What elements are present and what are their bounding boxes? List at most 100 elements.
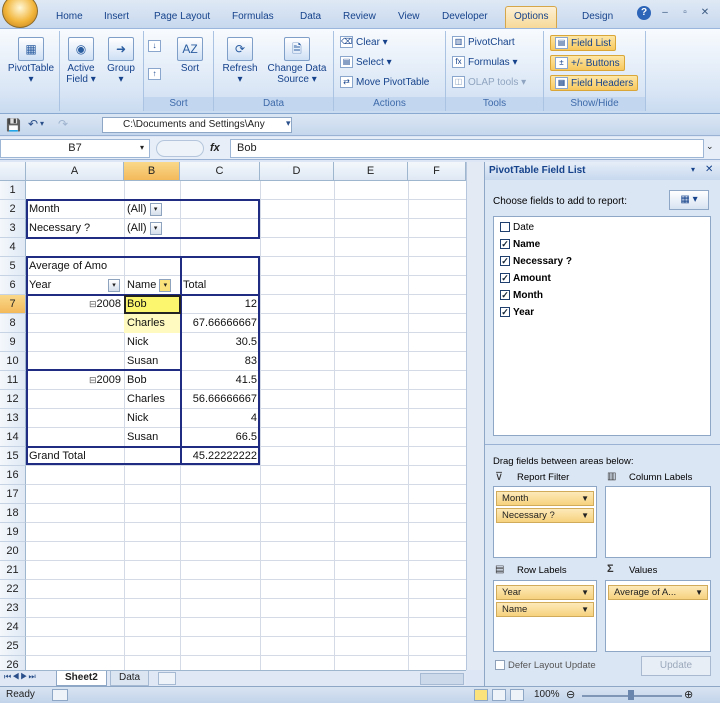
row-header-23[interactable]: 23 <box>0 599 26 618</box>
help-icon[interactable]: ? <box>637 6 651 20</box>
row-header-1[interactable]: 1 <box>0 181 26 200</box>
insert-function-icon[interactable]: fx <box>210 142 220 154</box>
row-header-7[interactable]: 7 <box>0 295 26 314</box>
tab-view[interactable]: View <box>396 8 422 28</box>
column-header-e[interactable]: E <box>334 162 408 181</box>
row-item-year[interactable]: Year ▼ <box>496 585 594 600</box>
report-filter-area[interactable]: Month ▼ Necessary ? ▼ <box>493 486 597 558</box>
values-area[interactable]: Average of A... ▼ <box>605 580 711 652</box>
group-button[interactable]: ➜ Group ▾ <box>102 35 140 85</box>
cell-c14[interactable]: 66.5 <box>180 428 260 447</box>
row-header-17[interactable]: 17 <box>0 485 26 504</box>
row-header-25[interactable]: 25 <box>0 637 26 656</box>
cell-c13[interactable]: 4 <box>180 409 260 428</box>
page-break-view-icon[interactable] <box>510 689 524 701</box>
row-labels-area[interactable]: Year ▼ Name ▼ <box>493 580 597 652</box>
filter-item-necessary-dropdown-icon[interactable]: ▼ <box>581 509 589 522</box>
sheet-tab-sheet2[interactable]: Sheet2 <box>56 671 107 686</box>
panel-splitter[interactable] <box>485 444 720 450</box>
cell-b14[interactable]: Susan <box>124 428 180 447</box>
filter-item-month[interactable]: Month ▼ <box>496 491 594 506</box>
macro-record-icon[interactable] <box>52 689 68 701</box>
close-icon[interactable]: ✕ <box>698 6 712 20</box>
name-filter-dropdown-icon[interactable]: ▾ <box>159 278 172 292</box>
field-year[interactable]: ✓ Year <box>500 304 534 321</box>
cell-b9[interactable]: Nick <box>124 333 180 352</box>
cell-c6[interactable]: Total <box>180 276 260 295</box>
row-header-16[interactable]: 16 <box>0 466 26 485</box>
cell-b11[interactable]: Bob <box>124 371 180 390</box>
field-date[interactable]: Date <box>500 219 534 236</box>
value-item-average[interactable]: Average of A... ▼ <box>608 585 708 600</box>
undo-dropdown-icon[interactable]: ▾ <box>40 119 44 128</box>
restore-icon[interactable]: ▫ <box>678 6 692 20</box>
tab-design[interactable]: Design <box>580 8 615 28</box>
zoom-in-icon[interactable]: ⊕ <box>684 687 693 703</box>
field-headers-toggle[interactable]: ▦ Field Headers <box>550 75 639 91</box>
row-header-14[interactable]: 14 <box>0 428 26 447</box>
cell-a7[interactable]: ⊟2008 <box>26 295 124 314</box>
formulas-button[interactable]: fx Formulas ▾ <box>452 55 518 71</box>
select-button[interactable]: ▤ Select ▾ <box>340 55 392 71</box>
field-month-checkbox[interactable]: ✓ <box>500 290 510 301</box>
row-header-9[interactable]: 9 <box>0 333 26 352</box>
filter-necessary-dropdown-icon[interactable]: ▾ <box>149 221 162 235</box>
layout-options-button[interactable]: ▦ ▾ <box>669 190 709 210</box>
plus-minus-buttons-toggle[interactable]: ± +/- Buttons <box>550 55 625 71</box>
cell-b13[interactable]: Nick <box>124 409 180 428</box>
move-pivottable-button[interactable]: ⇄ Move PivotTable <box>340 75 429 91</box>
row-header-21[interactable]: 21 <box>0 561 26 580</box>
update-button[interactable]: Update <box>641 656 711 676</box>
cell-a15[interactable]: Grand Total <box>26 447 124 466</box>
formula-input[interactable]: Bob <box>230 139 704 158</box>
row-header-26[interactable]: 26 <box>0 656 26 670</box>
column-header-b[interactable]: B <box>124 162 180 181</box>
cell-c11[interactable]: 41.5 <box>180 371 260 390</box>
row-header-6[interactable]: 6 <box>0 276 26 295</box>
cell-b2[interactable]: (All) ▾ <box>124 200 180 219</box>
column-header-f[interactable]: F <box>408 162 466 181</box>
field-month[interactable]: ✓ Month <box>500 287 543 304</box>
name-box[interactable]: B7 <box>0 139 150 158</box>
refresh-button[interactable]: ⟳ Refresh ▾ <box>218 35 262 85</box>
tab-review[interactable]: Review <box>341 8 378 28</box>
cell-b3[interactable]: (All) ▾ <box>124 219 180 238</box>
column-header-a[interactable]: A <box>26 162 124 181</box>
cell-a2[interactable]: Month <box>26 200 124 219</box>
row-header-22[interactable]: 22 <box>0 580 26 599</box>
collapse-2009-icon[interactable]: ⊟ <box>89 375 97 385</box>
year-filter-dropdown-icon[interactable]: ▾ <box>108 279 120 292</box>
olap-tools-button[interactable]: ◫ OLAP tools ▾ <box>452 75 526 91</box>
save-icon[interactable]: 💾 <box>6 118 21 132</box>
row-header-8[interactable]: 8 <box>0 314 26 333</box>
collapse-2008-icon[interactable]: ⊟ <box>89 299 97 309</box>
cell-c7[interactable]: 12 <box>180 295 260 314</box>
sheet-tab-data[interactable]: Data <box>110 671 150 686</box>
defer-layout-checkbox[interactable] <box>495 660 505 671</box>
tab-page-layout[interactable]: Page Layout <box>152 8 212 28</box>
field-amount[interactable]: ✓ Amount <box>500 270 551 287</box>
field-name[interactable]: ✓ Name <box>500 236 540 253</box>
row-header-13[interactable]: 13 <box>0 409 26 428</box>
cell-a11[interactable]: ⊟2009 <box>26 371 124 390</box>
active-field-button[interactable]: ◉ Active Field ▾ <box>62 35 100 85</box>
row-header-4[interactable]: 4 <box>0 238 26 257</box>
vertical-scrollbar[interactable] <box>466 162 484 670</box>
value-item-average-dropdown-icon[interactable]: ▼ <box>695 586 703 599</box>
column-header-c[interactable]: C <box>180 162 260 181</box>
filter-item-month-dropdown-icon[interactable]: ▼ <box>581 492 589 505</box>
row-header-15[interactable]: 15 <box>0 447 26 466</box>
column-labels-area[interactable] <box>605 486 711 558</box>
cell-b8[interactable]: Charles <box>124 314 180 333</box>
tab-insert[interactable]: Insert <box>102 8 131 28</box>
panel-close-icon[interactable]: ✕ <box>705 164 713 175</box>
cell-c15[interactable]: 45.22222222 <box>180 447 260 466</box>
zoom-slider-thumb[interactable] <box>628 690 634 700</box>
field-amount-checkbox[interactable]: ✓ <box>500 273 510 284</box>
spreadsheet-grid[interactable]: A B C D E F 1 2 3 4 5 6 7 8 9 10 11 12 1… <box>0 162 466 670</box>
row-header-18[interactable]: 18 <box>0 504 26 523</box>
name-box-dropdown-icon[interactable]: ▾ <box>140 143 144 152</box>
defer-layout-update[interactable]: Defer Layout Update <box>495 660 596 671</box>
cell-c12[interactable]: 56.66666667 <box>180 390 260 409</box>
tab-home[interactable]: Home <box>54 8 85 28</box>
